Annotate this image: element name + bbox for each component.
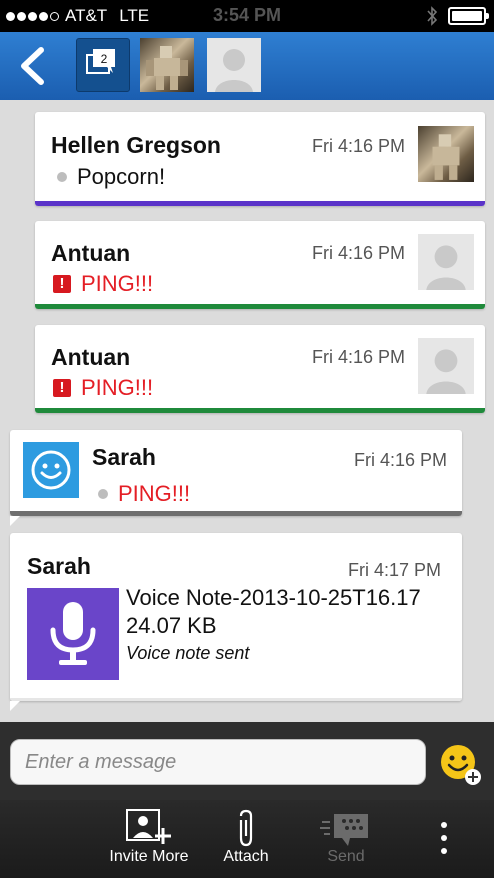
message-body: PING!!! bbox=[98, 481, 190, 507]
sender-avatar[interactable] bbox=[418, 234, 474, 290]
sender-name: Sarah bbox=[92, 444, 156, 470]
ping-alert-icon: ! bbox=[53, 379, 71, 397]
emoji-icon[interactable] bbox=[438, 742, 482, 786]
message-time: Fri 4:16 PM bbox=[312, 347, 406, 367]
compose-area: Enter a message bbox=[0, 722, 494, 800]
microphone-icon bbox=[50, 602, 96, 665]
voice-note-thumbnail[interactable] bbox=[27, 588, 119, 680]
clock: 3:54 PM bbox=[212, 5, 282, 25]
chat-header: 2 bbox=[0, 32, 494, 100]
sender-avatar[interactable] bbox=[418, 338, 474, 394]
message-accent-bar bbox=[35, 201, 485, 206]
send-icon bbox=[320, 814, 368, 846]
message-accent-bar bbox=[10, 698, 462, 701]
bubble-tail bbox=[10, 516, 20, 526]
message-bubble[interactable]: Antuan Fri 4:16 PM ! PING!!! bbox=[35, 221, 485, 309]
message-list[interactable]: Hellen Gregson Fri 4:16 PM Popcorn! Antu… bbox=[0, 100, 494, 722]
sender-avatar[interactable] bbox=[23, 442, 79, 498]
invite-icon bbox=[126, 809, 171, 844]
bottom-toolbar: Invite More Attach Send bbox=[0, 800, 494, 878]
message-accent-bar bbox=[10, 511, 462, 516]
invite-more-button[interactable]: Invite More bbox=[106, 808, 192, 866]
message-accent-bar bbox=[35, 304, 485, 309]
message-bubble[interactable]: Antuan Fri 4:16 PM ! PING!!! bbox=[35, 325, 485, 413]
chats-badge: 2 bbox=[101, 52, 108, 66]
status-right bbox=[426, 6, 489, 26]
bluetooth-icon bbox=[427, 6, 438, 26]
message-body: Popcorn! bbox=[57, 164, 165, 190]
invite-label: Invite More bbox=[109, 848, 189, 865]
sender-name: Sarah bbox=[27, 553, 91, 579]
send-button[interactable]: Send bbox=[314, 808, 378, 866]
message-bubble[interactable]: Sarah Fri 4:17 PM Voice Note-2013-10-25T… bbox=[10, 533, 462, 711]
message-time: Fri 4:16 PM bbox=[354, 450, 448, 470]
robot-photo bbox=[432, 134, 460, 180]
participant-avatar[interactable] bbox=[140, 38, 194, 92]
more-icon[interactable] bbox=[438, 822, 450, 862]
message-time: Fri 4:16 PM bbox=[312, 243, 406, 263]
chats-button[interactable]: 2 bbox=[76, 38, 130, 92]
participant-avatar[interactable] bbox=[207, 38, 261, 92]
message-body: ! PING!!! bbox=[53, 375, 153, 401]
attach-icon bbox=[239, 809, 253, 847]
sender-avatar[interactable] bbox=[418, 126, 474, 182]
message-text: Popcorn! bbox=[77, 164, 166, 189]
smiley-avatar-icon bbox=[31, 450, 71, 490]
sender-name: Hellen Gregson bbox=[51, 132, 221, 158]
voice-note-size: 24.07 KB bbox=[126, 613, 217, 638]
default-avatar-icon bbox=[426, 245, 466, 290]
send-label: Send bbox=[327, 848, 365, 865]
message-time: Fri 4:16 PM bbox=[312, 136, 406, 156]
bubble-tail bbox=[10, 701, 20, 711]
message-text: PING!!! bbox=[118, 481, 191, 506]
default-avatar-icon bbox=[426, 349, 466, 394]
chats-icon: 2 bbox=[86, 49, 115, 74]
default-avatar-icon bbox=[215, 49, 253, 92]
message-bubble[interactable]: Hellen Gregson Fri 4:16 PM Popcorn! bbox=[35, 112, 485, 206]
attach-label: Attach bbox=[223, 848, 269, 865]
message-bubble[interactable]: Sarah Fri 4:16 PM PING!!! bbox=[10, 430, 462, 526]
ping-alert-icon: ! bbox=[53, 275, 71, 293]
message-input[interactable]: Enter a message bbox=[10, 739, 426, 785]
battery-icon bbox=[448, 7, 489, 25]
delivered-dot-icon bbox=[57, 172, 67, 182]
sender-name: Antuan bbox=[51, 240, 131, 266]
message-accent-bar bbox=[35, 408, 485, 413]
voice-note-status: Voice note sent bbox=[126, 643, 250, 663]
delivered-dot-icon bbox=[98, 489, 108, 499]
robot-photo bbox=[146, 46, 188, 90]
attach-button[interactable]: Attach bbox=[214, 808, 278, 866]
message-body: ! PING!!! bbox=[53, 271, 153, 297]
sender-name: Antuan bbox=[51, 344, 131, 370]
message-time: Fri 4:17 PM bbox=[348, 560, 442, 580]
message-text: PING!!! bbox=[81, 375, 154, 400]
back-chevron-icon[interactable] bbox=[14, 46, 50, 86]
message-text: PING!!! bbox=[81, 271, 154, 296]
status-bar: AT&T LTE 3:54 PM bbox=[0, 0, 494, 32]
voice-note-filename: Voice Note-2013-10-25T16.17 bbox=[126, 585, 421, 610]
